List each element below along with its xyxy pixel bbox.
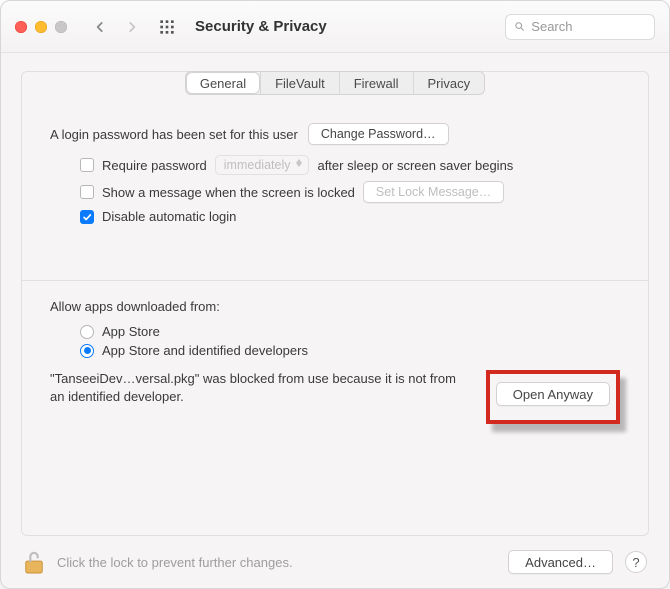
search-icon xyxy=(514,20,525,33)
show-message-checkbox[interactable] xyxy=(80,185,94,199)
unlocked-lock-icon xyxy=(23,549,45,575)
forward-button[interactable] xyxy=(125,20,139,34)
radio-identified-developers-label: App Store and identified developers xyxy=(102,343,308,358)
tab-bar: General FileVault Firewall Privacy xyxy=(185,71,485,95)
disable-auto-login-checkbox[interactable] xyxy=(80,210,94,224)
gatekeeper-heading: Allow apps downloaded from: xyxy=(50,299,620,314)
lock-button[interactable] xyxy=(23,549,45,575)
open-anyway-highlight: Open Anyway xyxy=(486,370,620,424)
chevron-right-icon xyxy=(125,20,139,34)
help-button[interactable]: ? xyxy=(625,551,647,573)
radio-identified-developers[interactable] xyxy=(80,344,94,358)
footer: Click the lock to prevent further change… xyxy=(1,536,669,588)
radio-app-store-label: App Store xyxy=(102,324,160,339)
tab-firewall[interactable]: Firewall xyxy=(339,72,413,94)
blocked-app-message: "TanseeiDev…versal.pkg" was blocked from… xyxy=(50,370,472,405)
zoom-window-button[interactable] xyxy=(55,21,67,33)
minimize-window-button[interactable] xyxy=(35,21,47,33)
section-divider xyxy=(22,280,648,281)
change-password-button[interactable]: Change Password… xyxy=(308,123,449,145)
preferences-window: Security & Privacy General FileVault Fir… xyxy=(0,0,670,589)
show-message-label: Show a message when the screen is locked xyxy=(102,185,355,200)
require-password-label: Require password xyxy=(102,158,207,173)
tab-filevault[interactable]: FileVault xyxy=(260,72,339,94)
search-input[interactable] xyxy=(531,19,646,34)
set-lock-message-button[interactable]: Set Lock Message… xyxy=(363,181,504,203)
window-controls xyxy=(15,21,67,33)
open-anyway-button[interactable]: Open Anyway xyxy=(496,382,610,406)
require-password-delay-select[interactable]: immediately xyxy=(215,155,310,175)
settings-panel: General FileVault Firewall Privacy A log… xyxy=(21,71,649,536)
grid-icon xyxy=(159,19,175,35)
content-area: General FileVault Firewall Privacy A log… xyxy=(1,53,669,536)
close-window-button[interactable] xyxy=(15,21,27,33)
back-button[interactable] xyxy=(93,20,107,34)
lock-hint-label: Click the lock to prevent further change… xyxy=(57,555,293,570)
radio-app-store[interactable] xyxy=(80,325,94,339)
window-title: Security & Privacy xyxy=(195,18,327,35)
toolbar: Security & Privacy xyxy=(1,1,669,53)
gatekeeper-section: Allow apps downloaded from: App Store Ap… xyxy=(50,299,620,424)
require-password-checkbox[interactable] xyxy=(80,158,94,172)
advanced-button[interactable]: Advanced… xyxy=(508,550,613,574)
login-section: A login password has been set for this u… xyxy=(50,123,620,230)
chevron-left-icon xyxy=(93,20,107,34)
tab-privacy[interactable]: Privacy xyxy=(413,72,485,94)
password-set-label: A login password has been set for this u… xyxy=(50,127,298,142)
require-password-after-label: after sleep or screen saver begins xyxy=(317,158,513,173)
tab-general[interactable]: General xyxy=(186,72,260,94)
disable-auto-login-label: Disable automatic login xyxy=(102,209,236,224)
show-all-button[interactable] xyxy=(159,19,175,35)
check-icon xyxy=(82,212,92,222)
search-field[interactable] xyxy=(505,14,655,40)
